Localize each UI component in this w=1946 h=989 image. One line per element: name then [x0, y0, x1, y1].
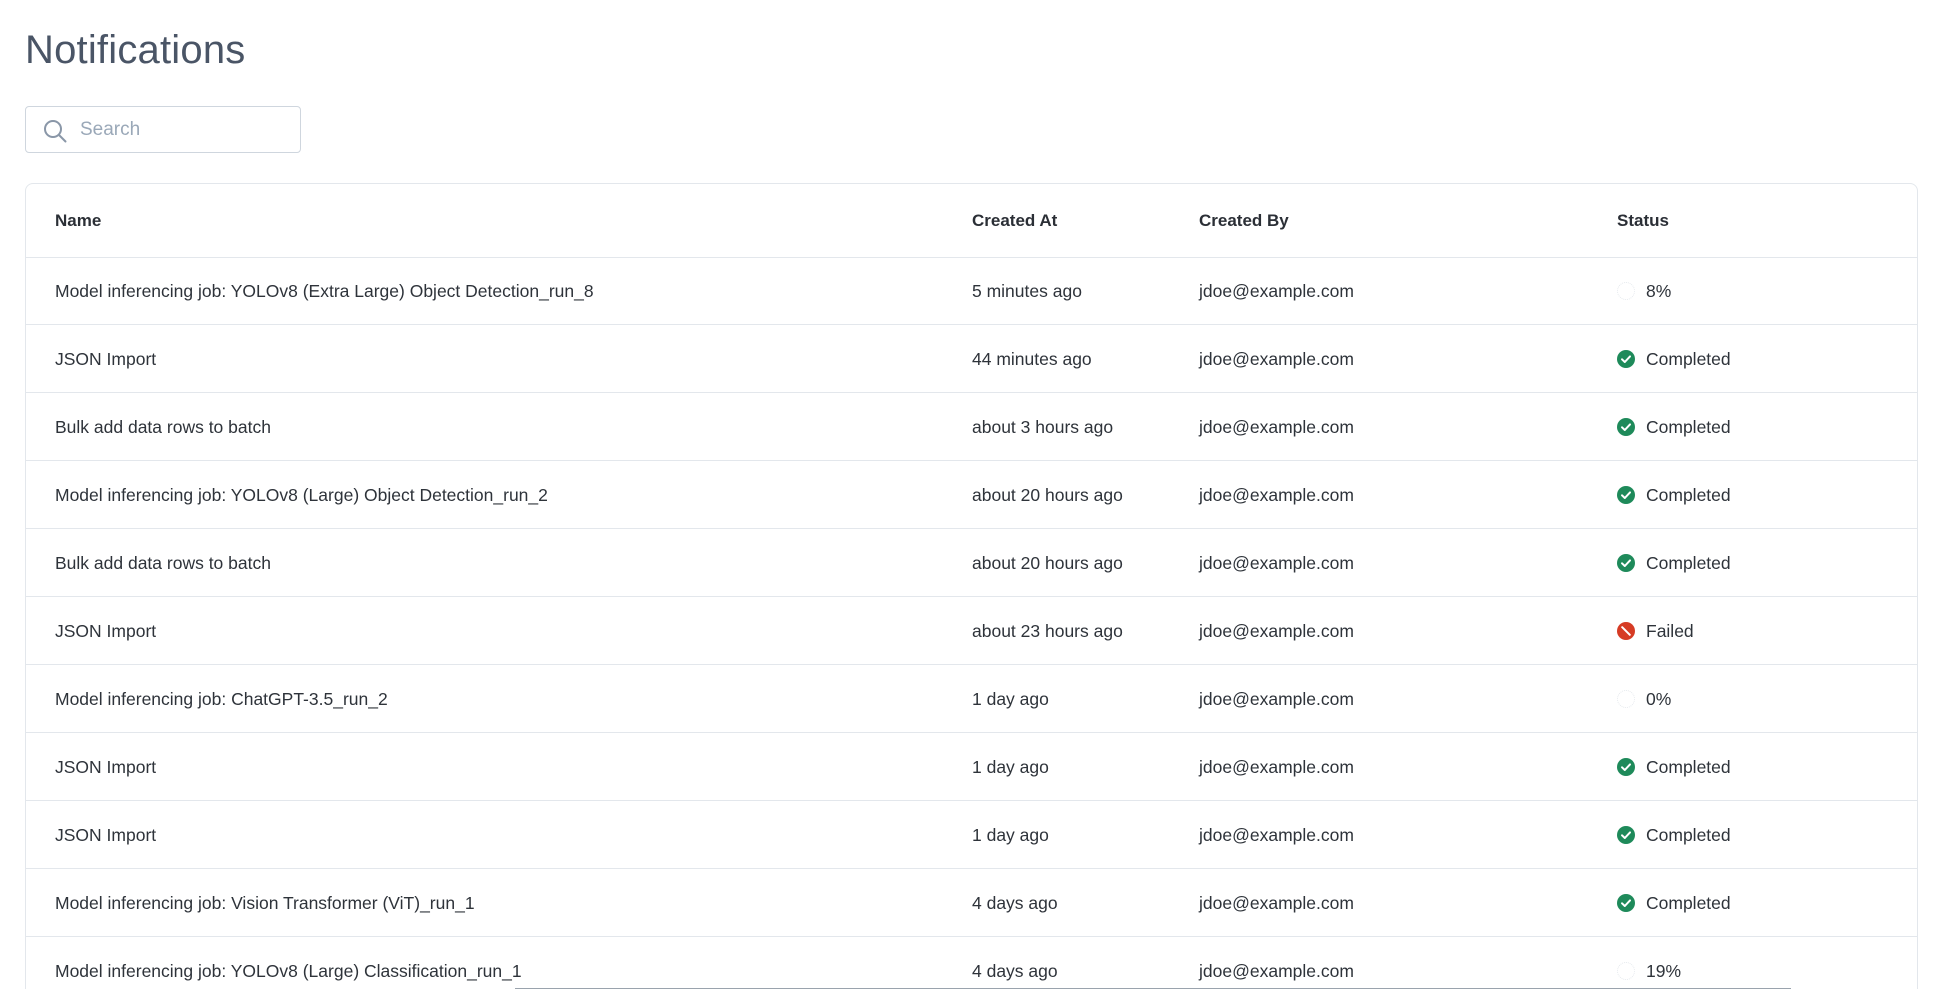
- status-label: Completed: [1646, 348, 1731, 369]
- table-row[interactable]: JSON Import 1 day ago jdoe@example.com Comp…: [26, 801, 1917, 869]
- status-label: Completed: [1646, 484, 1731, 505]
- row-created-at: about 20 hours ago: [972, 485, 1123, 505]
- notifications-page: Notifications Name Created At Created By…: [0, 0, 1946, 989]
- status-badge: Completed: [1617, 325, 1731, 393]
- row-created-by: jdoe@example.com: [1199, 281, 1354, 301]
- table-row[interactable]: JSON Import 1 day ago jdoe@example.com Comp…: [26, 733, 1917, 801]
- search-icon: [44, 120, 67, 143]
- search-box[interactable]: [25, 106, 301, 153]
- status-label: Completed: [1646, 756, 1731, 777]
- table-row[interactable]: Model inferencing job: ChatGPT-3.5_run_2…: [26, 665, 1917, 733]
- row-created-at: about 3 hours ago: [972, 417, 1114, 437]
- row-created-at: 1 day ago: [972, 689, 1049, 709]
- check-circle-icon: [1617, 894, 1635, 912]
- row-created-at: 1 day ago: [972, 825, 1049, 845]
- row-created-by: jdoe@example.com: [1199, 893, 1354, 913]
- row-name: Model inferencing job: YOLOv8 (Large) Ob…: [55, 485, 548, 505]
- status-label: Failed: [1646, 620, 1694, 641]
- status-label: Completed: [1646, 552, 1731, 573]
- status-badge: Failed: [1617, 597, 1694, 665]
- column-header-status[interactable]: Status: [1617, 184, 1669, 257]
- row-created-at: 4 days ago: [972, 893, 1058, 913]
- check-circle-icon: [1617, 758, 1635, 776]
- row-created-by: jdoe@example.com: [1199, 485, 1354, 505]
- status-label: 8%: [1646, 280, 1672, 301]
- status-badge: 19%: [1617, 937, 1681, 989]
- status-label: 0%: [1646, 688, 1672, 709]
- row-created-by: jdoe@example.com: [1199, 553, 1354, 573]
- status-label: Completed: [1646, 892, 1731, 913]
- check-circle-icon: [1617, 418, 1635, 436]
- no-entry-icon: [1617, 622, 1635, 640]
- status-badge: 0%: [1617, 665, 1671, 733]
- progress-ring-icon: [1617, 282, 1635, 300]
- column-header-created-at[interactable]: Created At: [972, 184, 1057, 257]
- row-created-at: 4 days ago: [972, 961, 1058, 981]
- table-row[interactable]: Model inferencing job: YOLOv8 (Extra Lar…: [26, 257, 1917, 325]
- check-circle-icon: [1617, 486, 1635, 504]
- row-created-at: about 23 hours ago: [972, 621, 1123, 641]
- table-row[interactable]: Model inferencing job: YOLOv8 (Large) Cl…: [26, 937, 1917, 989]
- progress-ring-icon: [1617, 690, 1635, 708]
- check-circle-icon: [1617, 554, 1635, 572]
- search-input[interactable]: [78, 107, 298, 152]
- check-circle-icon: [1617, 826, 1635, 844]
- row-created-by: jdoe@example.com: [1199, 825, 1354, 845]
- table-row[interactable]: Bulk add data rows to batch about 20 hour…: [26, 529, 1917, 597]
- status-badge: 8%: [1617, 257, 1671, 325]
- row-name: Model inferencing job: YOLOv8 (Large) Cl…: [55, 961, 522, 981]
- status-label: 19%: [1646, 960, 1682, 981]
- table-header: Name Created At Created By Status: [26, 184, 1917, 258]
- row-name: JSON Import: [55, 621, 157, 641]
- status-badge: Completed: [1617, 529, 1731, 597]
- row-name: JSON Import: [55, 825, 157, 845]
- column-header-name[interactable]: Name: [55, 184, 101, 257]
- row-created-at: 44 minutes ago: [972, 349, 1092, 369]
- table-row[interactable]: Bulk add data rows to batch about 3 hours…: [26, 393, 1917, 461]
- row-created-by: jdoe@example.com: [1199, 349, 1354, 369]
- table-row[interactable]: Model inferencing job: Vision Transforme…: [26, 869, 1917, 937]
- row-name: Model inferencing job: Vision Transforme…: [55, 893, 475, 913]
- row-created-at: about 20 hours ago: [972, 553, 1123, 573]
- status-badge: Completed: [1617, 393, 1731, 461]
- row-created-by: jdoe@example.com: [1199, 417, 1354, 437]
- row-name: Bulk add data rows to batch: [55, 417, 271, 437]
- table-row[interactable]: Model inferencing job: YOLOv8 (Large) Ob…: [26, 461, 1917, 529]
- row-created-at: 5 minutes ago: [972, 281, 1082, 301]
- column-header-created-by[interactable]: Created By: [1199, 184, 1289, 257]
- check-circle-icon: [1617, 350, 1635, 368]
- row-name: Model inferencing job: YOLOv8 (Extra Lar…: [55, 281, 594, 301]
- page-title: Notifications: [25, 28, 246, 72]
- status-label: Completed: [1646, 416, 1731, 437]
- status-badge: Completed: [1617, 461, 1731, 529]
- row-created-at: 1 day ago: [972, 757, 1049, 777]
- notifications-table: Name Created At Created By Status Model …: [25, 183, 1918, 989]
- table-row[interactable]: JSON Import about 23 hours ago jdoe@exampl…: [26, 597, 1917, 665]
- row-created-by: jdoe@example.com: [1199, 621, 1354, 641]
- row-created-by: jdoe@example.com: [1199, 757, 1354, 777]
- table-row[interactable]: JSON Import 44 minutes ago jdoe@example.co…: [26, 325, 1917, 393]
- row-name: JSON Import: [55, 757, 157, 777]
- row-name: Bulk add data rows to batch: [55, 553, 271, 573]
- status-badge: Completed: [1617, 733, 1731, 801]
- row-created-by: jdoe@example.com: [1199, 689, 1354, 709]
- status-badge: Completed: [1617, 801, 1731, 869]
- status-label: Completed: [1646, 824, 1731, 845]
- status-badge: Completed: [1617, 869, 1731, 937]
- progress-ring-icon: [1617, 962, 1635, 980]
- row-name: JSON Import: [55, 349, 157, 369]
- row-created-by: jdoe@example.com: [1199, 961, 1354, 981]
- row-name: Model inferencing job: ChatGPT-3.5_run_2: [55, 689, 388, 709]
